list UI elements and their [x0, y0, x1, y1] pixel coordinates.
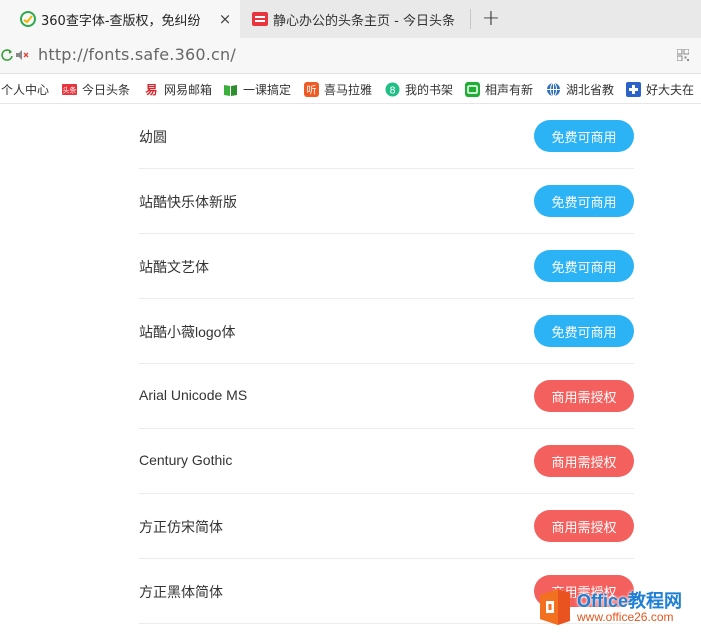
tab-divider [470, 9, 471, 29]
office26-watermark: Office教程网 www.office26.com [536, 585, 701, 631]
bookmarks-bar: 个人中心 头条 今日头条 易 网易邮箱 一课搞定 听 喜马拉雅 8 我的书架 相… [0, 74, 701, 104]
haodf-icon [626, 82, 641, 97]
font-row: Arial Unicode MS 商用需授权 [139, 364, 634, 429]
bookmark-ximalaya[interactable]: 听 喜马拉雅 [304, 81, 372, 98]
font-row: 站酷快乐体新版 免费可商用 [139, 169, 634, 234]
font-name[interactable]: 方正仿宋简体 [139, 517, 223, 537]
globe-icon [546, 82, 561, 97]
bookmark-label: 湖北省教 [566, 83, 615, 97]
address-bar: http://fonts.safe.360.cn/ [0, 38, 701, 74]
font-name[interactable]: 方正黑体简体 [139, 582, 223, 602]
svg-text:听: 听 [307, 85, 317, 97]
tab-strip: 360查字体-查版权，免纠纷 × 静心办公的头条主页 - 今日头条 + [0, 0, 701, 38]
bookshelf-icon: 8 [385, 82, 400, 97]
bookmark-personal-center[interactable]: 个人中心 [1, 81, 49, 98]
bookmark-label: 一课搞定 [243, 83, 292, 97]
reload-icon[interactable] [0, 48, 14, 62]
tab-title: 360查字体-查版权，免纠纷 [41, 13, 201, 29]
font-name[interactable]: 站酷小薇logo体 [139, 322, 235, 342]
qr-code-icon[interactable] [677, 49, 689, 61]
360-logo-icon [20, 11, 36, 27]
sound-muted-icon[interactable] [15, 48, 29, 62]
bookmark-label: 今日头条 [82, 83, 131, 97]
close-tab-icon[interactable]: × [216, 10, 234, 28]
xiangsheng-icon [465, 82, 480, 97]
tab-360-fonts[interactable]: 360查字体-查版权，免纠纷 × [0, 0, 240, 38]
font-row: Century Gothic 商用需授权 [139, 429, 634, 494]
url-text[interactable]: http://fonts.safe.360.cn/ [38, 45, 236, 64]
bookmark-label: 喜马拉雅 [324, 83, 373, 97]
font-name[interactable]: Arial Unicode MS [139, 387, 247, 403]
font-list: 幼圆 免费可商用 站酷快乐体新版 免费可商用 站酷文艺体 免费可商用 站酷小薇l… [139, 104, 634, 624]
license-badge-free[interactable]: 免费可商用 [534, 315, 634, 347]
book-icon [223, 82, 238, 97]
toutiao-icon: 头条 [62, 82, 77, 97]
toutiao-icon [252, 12, 268, 26]
license-badge-free[interactable]: 免费可商用 [534, 185, 634, 217]
new-tab-button[interactable]: + [478, 5, 504, 31]
office-logo-icon [540, 589, 570, 625]
bookmark-netease-mail[interactable]: 易 网易邮箱 [144, 81, 212, 98]
bookmark-label: 我的书架 [405, 83, 454, 97]
watermark-site: www.office26.com [577, 610, 674, 624]
bookmark-toutiao[interactable]: 头条 今日头条 [62, 81, 130, 98]
license-badge-paid[interactable]: 商用需授权 [534, 380, 634, 412]
svg-text:8: 8 [389, 86, 395, 97]
font-row: 站酷文艺体 免费可商用 [139, 234, 634, 299]
font-row: 方正仿宋简体 商用需授权 [139, 494, 634, 559]
font-name[interactable]: 站酷快乐体新版 [139, 192, 237, 212]
ximalaya-icon: 听 [304, 82, 319, 97]
svg-text:头条: 头条 [63, 86, 77, 95]
bookmark-hubei-edu[interactable]: 湖北省教 [546, 81, 614, 98]
bookmark-bookshelf[interactable]: 8 我的书架 [385, 81, 453, 98]
license-badge-paid[interactable]: 商用需授权 [534, 445, 634, 477]
tab-toutiao[interactable]: 静心办公的头条主页 - 今日头条 [246, 0, 470, 38]
bookmark-yike[interactable]: 一课搞定 [223, 81, 291, 98]
license-badge-paid[interactable]: 商用需授权 [534, 510, 634, 542]
font-row: 幼圆 免费可商用 [139, 104, 634, 169]
bookmark-label: 网易邮箱 [164, 83, 213, 97]
bookmark-label: 相声有新 [485, 83, 534, 97]
bookmark-haodf[interactable]: 好大夫在 [626, 81, 694, 98]
bookmark-xiangsheng[interactable]: 相声有新 [465, 81, 533, 98]
license-badge-free[interactable]: 免费可商用 [534, 120, 634, 152]
bookmark-label: 好大夫在 [646, 83, 695, 97]
font-row: 站酷小薇logo体 免费可商用 [139, 299, 634, 364]
font-name[interactable]: Century Gothic [139, 452, 232, 468]
license-badge-free[interactable]: 免费可商用 [534, 250, 634, 282]
bookmark-label: 个人中心 [1, 83, 50, 97]
netease-icon: 易 [144, 82, 159, 97]
svg-text:易: 易 [145, 83, 157, 97]
font-name[interactable]: 幼圆 [139, 127, 167, 147]
tab-title: 静心办公的头条主页 - 今日头条 [273, 13, 455, 29]
font-name[interactable]: 站酷文艺体 [139, 257, 209, 277]
